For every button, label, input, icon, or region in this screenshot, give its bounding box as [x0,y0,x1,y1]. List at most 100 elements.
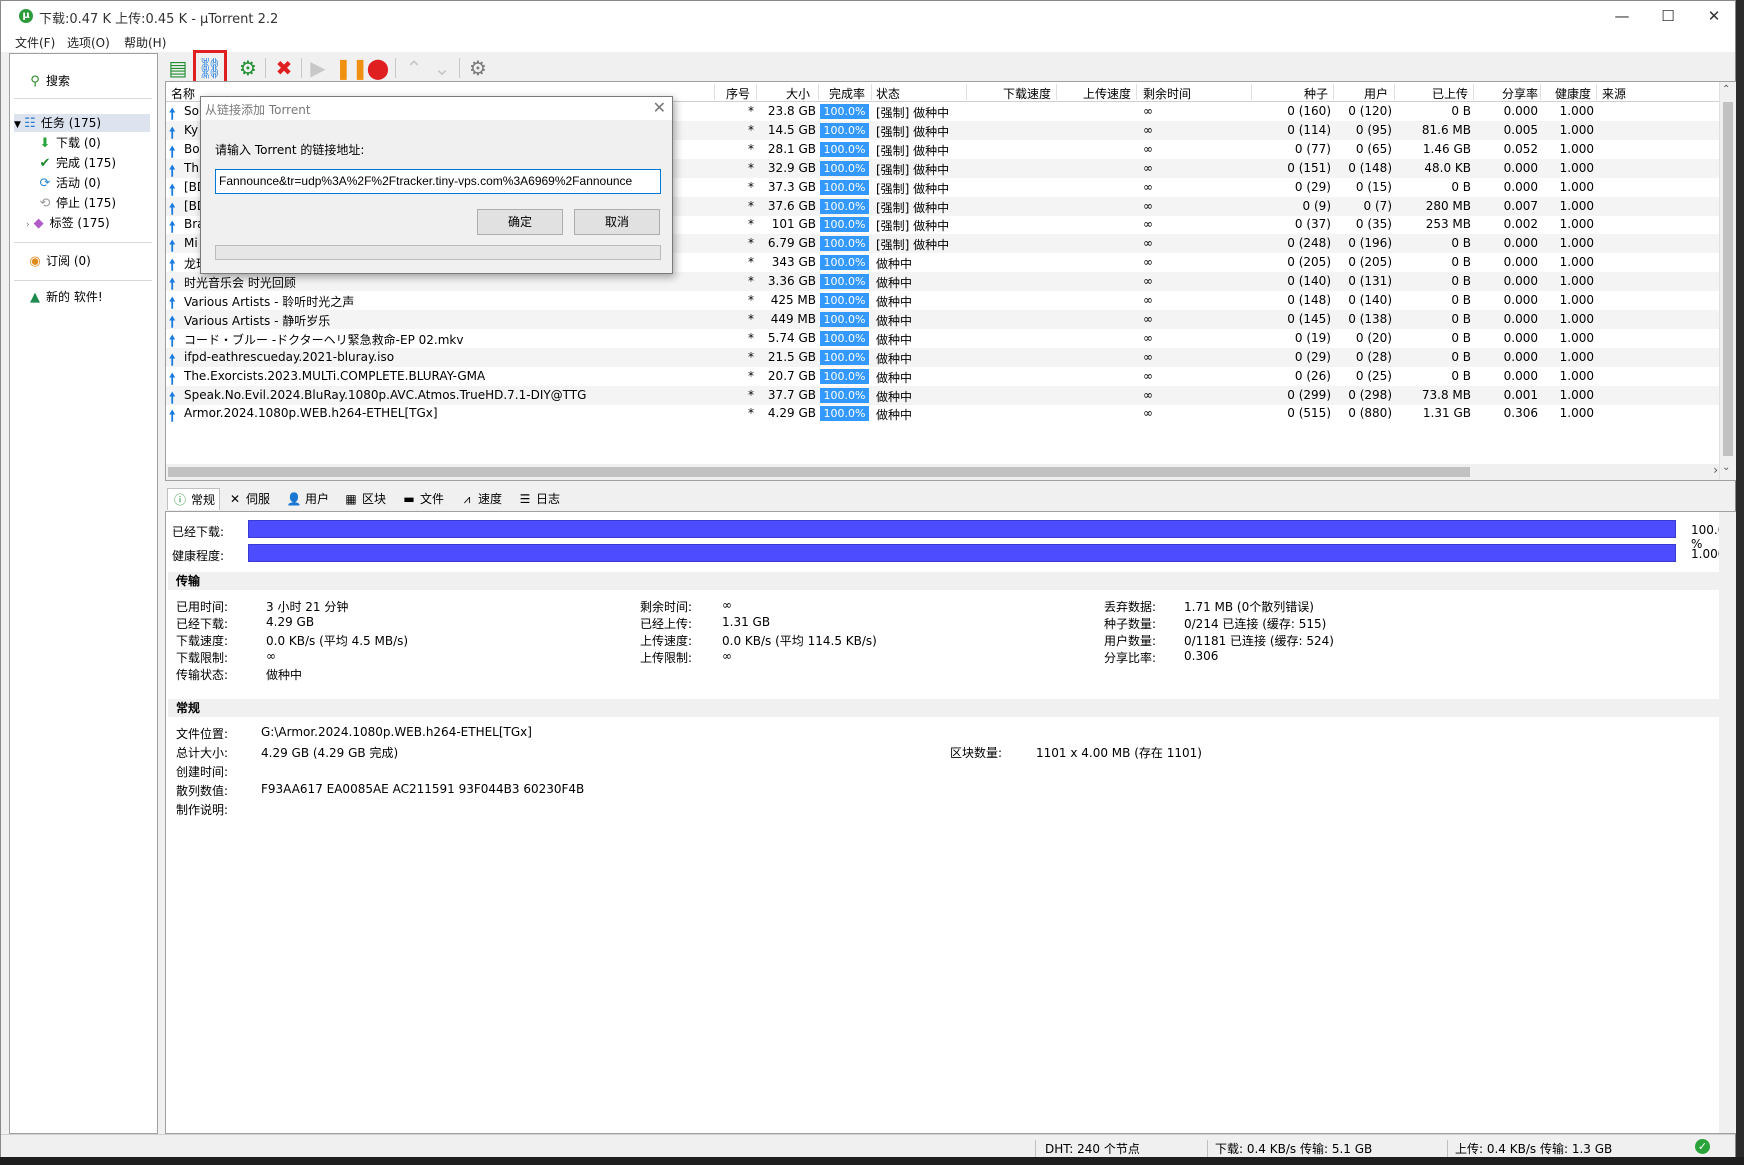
transfer-value: ∞ [266,649,276,663]
column-divider[interactable] [1473,84,1474,100]
table-row[interactable]: 🠕 ifpd-eathrescueday.2021-bluray.iso 100.0… [166,347,1720,369]
vertical-scrollbar[interactable]: ⌃ ⌄ [1719,82,1736,480]
sidebar-item-active[interactable]: ⟳ 活动 (0) [38,174,101,192]
tab-peers-label: 用户 [305,492,330,506]
pause-icon[interactable]: ❚❚ [335,55,369,81]
move-down-icon[interactable]: ⌄ [429,55,455,81]
row-eta: ∞ [1143,368,1153,383]
column-eta[interactable]: 剩余时间 [1143,85,1191,102]
row-peers: 0 (131) [1348,274,1392,289]
column-source[interactable]: 来源 [1602,85,1626,102]
column-peers[interactable]: 用户 [1364,85,1388,102]
sidebar-item-labels[interactable]: › ◆ 标签 (175) [26,214,110,232]
column-done[interactable]: 完成率 [829,85,865,102]
column-divider[interactable] [1596,84,1597,100]
transfer-value: 1.31 GB [722,615,771,629]
table-row[interactable]: 🠕 Various Artists - 聆听时光之声 100.0% * 425 MB 做种… [166,291,1720,312]
create-torrent-icon[interactable]: ⚙ [235,55,261,81]
tab-peers[interactable]: 👤 用户 [286,488,330,510]
tab-speed[interactable]: ⩘ 速度 [459,488,502,510]
network-ok-icon[interactable]: ✓ [1695,1139,1710,1154]
column-divider[interactable] [1251,84,1252,100]
dialog-close-icon[interactable]: ✕ [653,98,666,117]
column-divider[interactable] [1540,84,1541,100]
table-row[interactable]: 🠕 时光音乐会 时光回顾 100.0% * 3.36 GB 做种中 ∞ 0 (140) 0 (1… [166,272,1720,293]
row-size: 343 GB [771,255,816,270]
sidebar-item-stopped[interactable]: ⟲ 停止 (175) [38,194,117,212]
column-divider[interactable] [818,84,819,100]
status-divider [1447,1140,1448,1157]
horizontal-scroll-thumb[interactable] [168,467,1470,477]
row-status: [强制] 做种中 [876,162,950,177]
tag-icon: ◆ [33,216,44,231]
column-seeds[interactable]: 种子 [1304,85,1328,102]
sidebar-item-completed[interactable]: ✔ 完成 (175) [38,154,117,172]
row-eta: ∞ [1143,255,1153,270]
remove-icon[interactable]: ✖ [271,55,297,81]
column-divider[interactable] [1394,84,1395,100]
ok-button[interactable]: 确定 [477,209,563,235]
menu-file[interactable]: 文件(F) [15,34,55,51]
column-status[interactable]: 状态 [876,85,900,102]
sidebar-item-apps[interactable]: ▲ 新的 软件! [28,288,103,306]
start-icon[interactable]: ▶ [305,55,331,81]
table-row[interactable]: 🠕 Armor.2024.1080p.WEB.h264-ETHEL[TGx] 100… [166,404,1720,425]
column-up-speed[interactable]: 上传速度 [1083,85,1131,102]
tab-log[interactable]: ☰ 日志 [517,488,560,510]
column-down-speed[interactable]: 下载速度 [1003,85,1051,102]
column-divider[interactable] [1056,84,1057,100]
stop-icon[interactable]: ⬤ [365,55,391,81]
column-name[interactable]: 名称 [171,85,195,102]
row-eta: ∞ [1143,179,1153,194]
column-ratio[interactable]: 分享率 [1502,85,1538,102]
dht-status: DHT: 240 个节点 [1045,1142,1140,1156]
torrent-url-input[interactable]: Fannounce&tr=udp%3A%2F%2Ftracker.tiny-vp… [215,169,661,194]
column-divider[interactable] [714,84,715,100]
tab-log-label: 日志 [536,492,561,506]
row-eta: ∞ [1143,160,1153,175]
row-health: 1.000 [1559,311,1594,326]
row-name: Various Artists - 聆听时光之声 [184,295,355,309]
menu-help[interactable]: 帮助(H) [124,34,166,51]
tab-files[interactable]: ▬ 文件 [401,488,444,510]
column-divider[interactable] [756,84,757,100]
table-row[interactable]: 🠕 Speak.No.Evil.2024.BluRay.1080p.AVC.Atm… [166,385,1720,407]
transfer-label: 传输状态: [176,668,229,682]
column-divider[interactable] [871,84,872,100]
toolbar-divider [301,58,302,78]
column-divider[interactable] [966,84,967,100]
collapse-arrow-icon[interactable]: ▼ [14,120,21,130]
minimize-button[interactable]: — [1599,1,1645,32]
tab-pieces[interactable]: ▦ 区块 [343,488,386,510]
scroll-down-arrow-icon[interactable]: ⌄ [1722,462,1730,473]
column-seq[interactable]: 序号 [726,85,750,102]
sidebar-item-search[interactable]: ⚲ 搜索 [28,72,70,90]
column-health[interactable]: 健康度 [1555,85,1591,102]
close-button[interactable]: ✕ [1691,1,1737,32]
tab-trackers[interactable]: ✕ 伺服 [227,488,270,510]
horizontal-scrollbar[interactable]: › [166,463,1720,480]
sidebar-item-tasks[interactable]: ▼ ☷ 任务 (175) [14,114,150,132]
cancel-button[interactable]: 取消 [574,209,660,235]
transfer-label: 上传限制: [640,651,693,665]
tab-general[interactable]: ⓘ 常规 [167,488,221,510]
expand-arrow-icon[interactable]: › [26,220,30,230]
add-torrent-icon[interactable]: ▤ [165,55,191,81]
column-uploaded[interactable]: 已上传 [1432,85,1468,102]
column-divider[interactable] [1136,84,1137,100]
maximize-button[interactable]: ☐ [1645,1,1691,32]
scroll-right-arrow-icon[interactable]: › [1713,463,1718,477]
table-row[interactable]: 🠕 コード・ブルー -ドクターヘリ緊急救命-EP 02.mkv 100.0% * 5.7… [166,329,1720,350]
sidebar-item-downloading[interactable]: ⬇ 下载 (0) [38,134,101,152]
sidebar-item-feeds[interactable]: ◉ 订阅 (0) [28,252,91,270]
menu-options[interactable]: 选项(O) [67,34,110,51]
detail-scrollbar[interactable] [1719,512,1736,1133]
column-size[interactable]: 大小 [786,85,810,102]
column-divider[interactable] [1333,84,1334,100]
move-up-icon[interactable]: ⌃ [401,55,427,81]
table-row[interactable]: 🠕 The.Exorcists.2023.MULTi.COMPLETE.BLURA… [166,367,1720,388]
table-row[interactable]: 🠕 Various Artists - 静听岁乐 100.0% * 449 MB 做种中 ∞… [166,309,1720,331]
settings-gear-icon[interactable]: ⚙ [465,55,491,81]
vertical-scroll-thumb[interactable] [1723,102,1733,456]
scroll-up-arrow-icon[interactable]: ⌃ [1722,84,1730,95]
